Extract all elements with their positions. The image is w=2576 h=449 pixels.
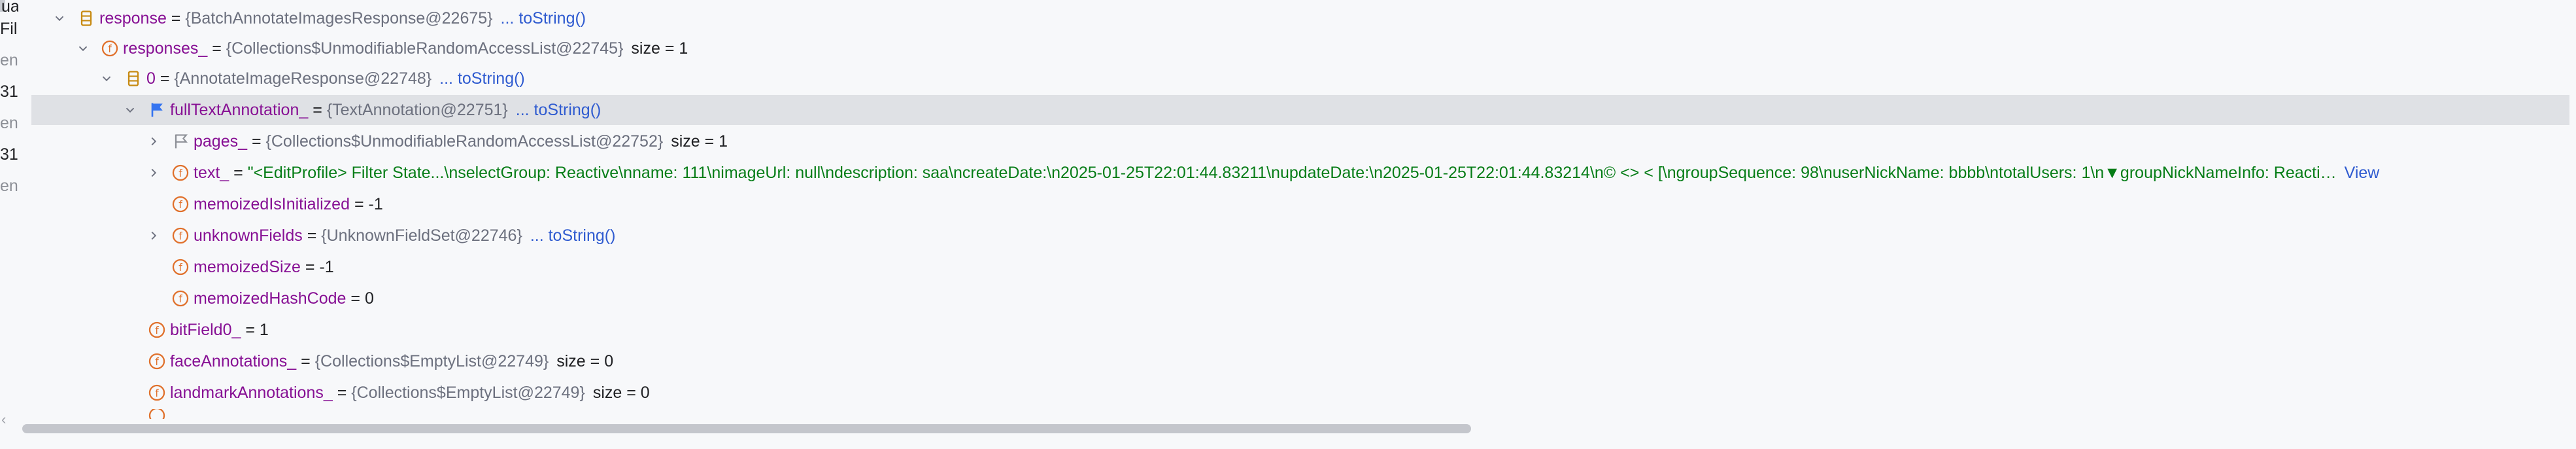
size-label: size = 1 [631, 39, 688, 58]
var-reference: {BatchAnnotateImagesResponse@22675} [185, 9, 493, 27]
chevron-down-icon[interactable] [76, 41, 90, 56]
var-reference: {UnknownFieldSet@22746} [321, 226, 522, 245]
field-icon: f [148, 321, 166, 339]
tree-row-memoizedsize[interactable]: f memoizedSize = -1 [31, 252, 2569, 282]
size-label: size = 1 [671, 132, 728, 151]
chevron-down-icon[interactable] [123, 103, 137, 117]
svg-text:f: f [178, 261, 182, 274]
tostring-link[interactable]: ... toString() [501, 9, 586, 28]
tree-row-partial[interactable] [31, 409, 2569, 419]
var-name: landmarkAnnotations_ [170, 383, 333, 402]
svg-text:f: f [108, 43, 112, 55]
var-reference: {Collections$UnmodifiableRandomAccessLis… [265, 132, 664, 151]
var-reference: {Collections$EmptyList@22749} [351, 383, 585, 402]
var-name: memoizedSize [194, 257, 301, 276]
tree-row-unknownfields[interactable]: f unknownFields = {UnknownFieldSet@22746… [31, 221, 2569, 251]
left-panel-fragment: en [0, 51, 18, 69]
var-value: -1 [368, 194, 383, 213]
field-icon: f [171, 164, 190, 182]
svg-text:f: f [178, 230, 182, 242]
tree-row-element-0[interactable]: 0 = {AnnotateImageResponse@22748} ... to… [31, 63, 2569, 94]
size-label: size = 0 [556, 351, 614, 370]
chevron-right-icon[interactable] [146, 166, 161, 180]
var-name: bitField0_ [170, 320, 241, 339]
tree-row-faceannotations[interactable]: f faceAnnotations_ = {Collections$EmptyL… [31, 346, 2569, 376]
var-reference: {AnnotateImageResponse@22748} [174, 69, 432, 88]
left-panel-fragment: en [0, 177, 18, 195]
var-name: response [99, 9, 167, 27]
var-reference: {Collections$EmptyList@22749} [314, 351, 549, 370]
svg-text:f: f [178, 198, 182, 211]
var-value: 0 [364, 289, 374, 308]
var-value: 1 [259, 320, 269, 339]
chevron-right-icon[interactable] [146, 134, 161, 149]
left-panel-fragment: 31 [0, 145, 18, 164]
var-name: responses_ [123, 39, 208, 58]
field-icon: f [101, 39, 119, 58]
left-panel-fragment: Fil [0, 20, 18, 38]
tostring-link[interactable]: ... toString() [530, 226, 616, 245]
variables-tree[interactable]: response = {BatchAnnotateImagesResponse@… [18, 0, 2576, 419]
field-icon: f [171, 289, 190, 308]
var-name: memoizedHashCode [194, 289, 347, 308]
left-panel-fragment: en [0, 114, 18, 132]
left-panel-fragment: 31 [0, 82, 18, 101]
tree-row-responses[interactable]: f responses_ = {Collections$Unmodifiable… [31, 33, 2569, 63]
tostring-link[interactable]: ... toString() [439, 69, 525, 88]
object-stack-icon [124, 69, 143, 88]
size-label: size = 0 [592, 383, 650, 402]
field-icon [148, 409, 166, 419]
var-value: -1 [319, 257, 334, 276]
svg-text:f: f [155, 355, 159, 368]
left-panel-strip: ua Fil en 31 en 31 en [0, 0, 18, 449]
var-name: unknownFields [194, 226, 303, 245]
var-name: faceAnnotations_ [170, 351, 297, 370]
flag-icon [148, 101, 166, 119]
var-name: fullTextAnnotation_ [170, 100, 309, 119]
var-name: text_ [194, 163, 229, 182]
string-value: "<EditProfile> Filter State...\nselectGr… [247, 163, 2337, 182]
tree-row-memoizedisinitialized[interactable]: f memoizedIsInitialized = -1 [31, 189, 2569, 219]
svg-text:f: f [155, 387, 159, 399]
tree-row-text[interactable]: f text_ = "<EditProfile> Filter State...… [31, 158, 2569, 188]
svg-text:f: f [155, 324, 159, 336]
chevron-down-icon[interactable] [52, 11, 67, 26]
field-icon: f [148, 352, 166, 370]
flag-outline-icon [171, 132, 190, 151]
left-panel-fragment: ua [1, 0, 18, 16]
tree-row-fulltextannotation[interactable]: fullTextAnnotation_ = {TextAnnotation@22… [31, 95, 2569, 125]
chevron-left-icon[interactable]: ‹ [1, 411, 6, 428]
svg-text:f: f [178, 293, 182, 305]
field-icon: f [171, 258, 190, 276]
tree-row-landmarkannotations[interactable]: f landmarkAnnotations_ = {Collections$Em… [31, 378, 2569, 408]
chevron-right-icon[interactable] [146, 228, 161, 243]
var-reference: {TextAnnotation@22751} [326, 100, 508, 119]
field-icon: f [171, 226, 190, 245]
tree-row-response[interactable]: response = {BatchAnnotateImagesResponse@… [31, 3, 2569, 33]
tree-row-memoizedhashcode[interactable]: f memoizedHashCode = 0 [31, 283, 2569, 314]
object-stack-icon [77, 9, 95, 27]
var-name: pages_ [194, 132, 248, 151]
var-name: 0 [146, 69, 156, 88]
tree-row-bitfield0[interactable]: f bitField0_ = 1 [31, 315, 2569, 345]
field-icon: f [171, 195, 190, 213]
horizontal-scrollbar-thumb[interactable] [22, 424, 1471, 433]
var-name: memoizedIsInitialized [194, 194, 350, 213]
chevron-down-icon[interactable] [99, 71, 114, 86]
view-link[interactable]: View [2345, 164, 2380, 183]
field-icon: f [148, 384, 166, 402]
tree-row-pages[interactable]: pages_ = {Collections$UnmodifiableRandom… [31, 126, 2569, 156]
svg-text:f: f [178, 167, 182, 179]
var-reference: {Collections$UnmodifiableRandomAccessLis… [226, 39, 624, 58]
tostring-link[interactable]: ... toString() [516, 101, 602, 120]
